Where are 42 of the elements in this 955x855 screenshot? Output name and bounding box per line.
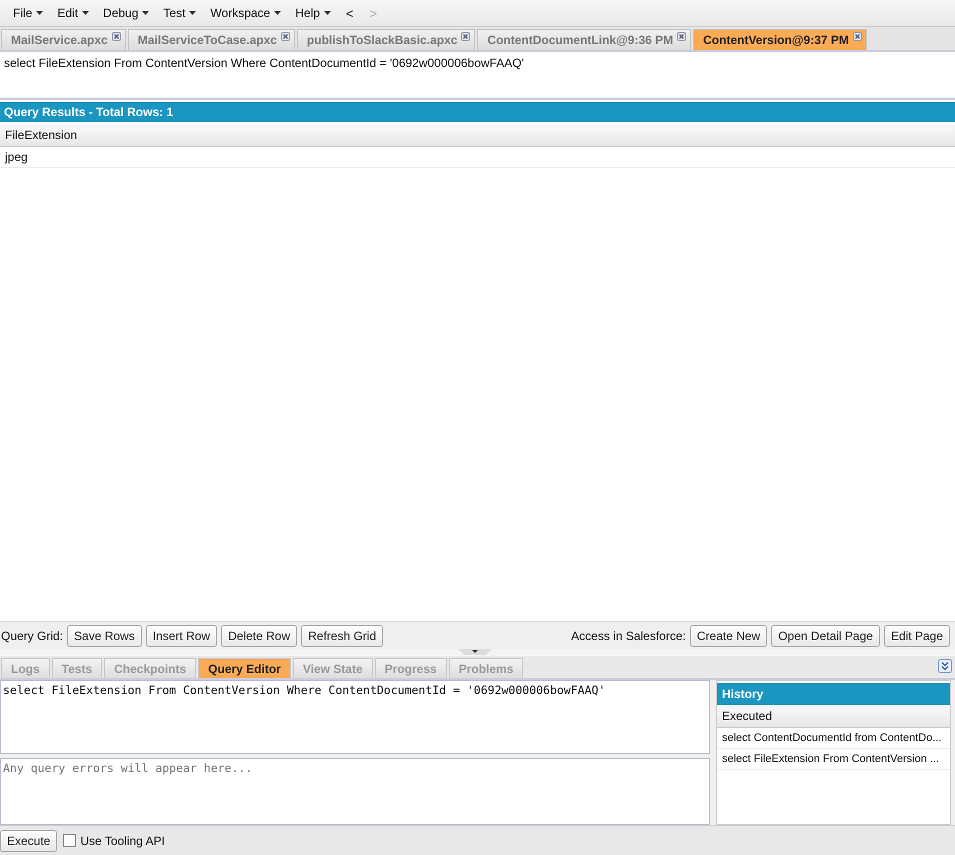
grid-button[interactable]: Delete Row xyxy=(221,624,298,646)
menu-item[interactable]: Edit xyxy=(50,6,96,20)
column-header[interactable]: Executed xyxy=(717,705,950,728)
menu-item[interactable]: File xyxy=(6,6,50,20)
close-icon[interactable] xyxy=(280,32,290,40)
grid-button[interactable]: Save Rows xyxy=(67,624,142,646)
nav-button[interactable]: < xyxy=(338,6,362,20)
close-icon[interactable] xyxy=(112,32,121,40)
editor-tab[interactable]: MailService.apxc xyxy=(1,29,126,50)
menu-item[interactable]: Help xyxy=(288,6,338,20)
errors-field[interactable]: Any query errors will appear here... xyxy=(0,758,710,825)
menu-item[interactable]: Test xyxy=(156,6,204,20)
menu-item[interactable]: Workspace xyxy=(203,6,288,20)
menu-item[interactable]: Debug xyxy=(96,6,156,20)
checkbox-label: Use Tooling API xyxy=(80,834,165,848)
grid-button[interactable]: Refresh Grid xyxy=(301,624,384,646)
close-icon[interactable] xyxy=(677,32,686,40)
editor-tab[interactable]: ContentDocumentLink@9:36 PM xyxy=(477,29,692,50)
table-cell-text: jpeg xyxy=(4,150,28,164)
editor-tab[interactable]: publishToSlackBasic.apxc xyxy=(296,29,476,50)
query-grid-label: Query Grid: xyxy=(1,628,64,642)
checkbox[interactable] xyxy=(63,834,76,847)
close-icon[interactable] xyxy=(852,32,862,40)
column-header[interactable]: FileExtension xyxy=(0,128,78,142)
history-header: History xyxy=(717,683,950,705)
query-text: select FileExtension From ContentVersion Where ContentDocumentId = '0692w000006bowFAAQ' xyxy=(0,52,955,100)
collapse-icon[interactable] xyxy=(938,659,952,673)
editor-tab[interactable]: MailServiceToCase.apxc xyxy=(128,29,295,50)
panel-tab[interactable]: Query Editor xyxy=(198,658,291,678)
query-input[interactable]: select FileExtension From ContentVersion Where ContentDocumentId = '0692w000006bowFAAQ' xyxy=(0,680,710,754)
salesforce-button[interactable]: Edit Page xyxy=(884,624,950,646)
grid-button[interactable]: Insert Row xyxy=(146,624,218,646)
salesforce-label: Access in Salesforce: xyxy=(571,628,686,642)
history-item[interactable]: select FileExtension From ContentVersion ... xyxy=(717,749,950,770)
results-header: Query Results - Total Rows: 1 xyxy=(0,102,955,122)
splitter-handle[interactable] xyxy=(458,649,492,656)
salesforce-button[interactable]: Open Detail Page xyxy=(771,624,880,646)
close-icon[interactable] xyxy=(461,32,470,40)
salesforce-button[interactable]: Create New xyxy=(690,624,768,646)
editor-tab[interactable]: ContentVersion@9:37 PM xyxy=(693,29,867,50)
history-item[interactable]: select ContentDocumentId from ContentDo... xyxy=(717,728,950,749)
execute-button[interactable]: Execute xyxy=(0,830,58,852)
